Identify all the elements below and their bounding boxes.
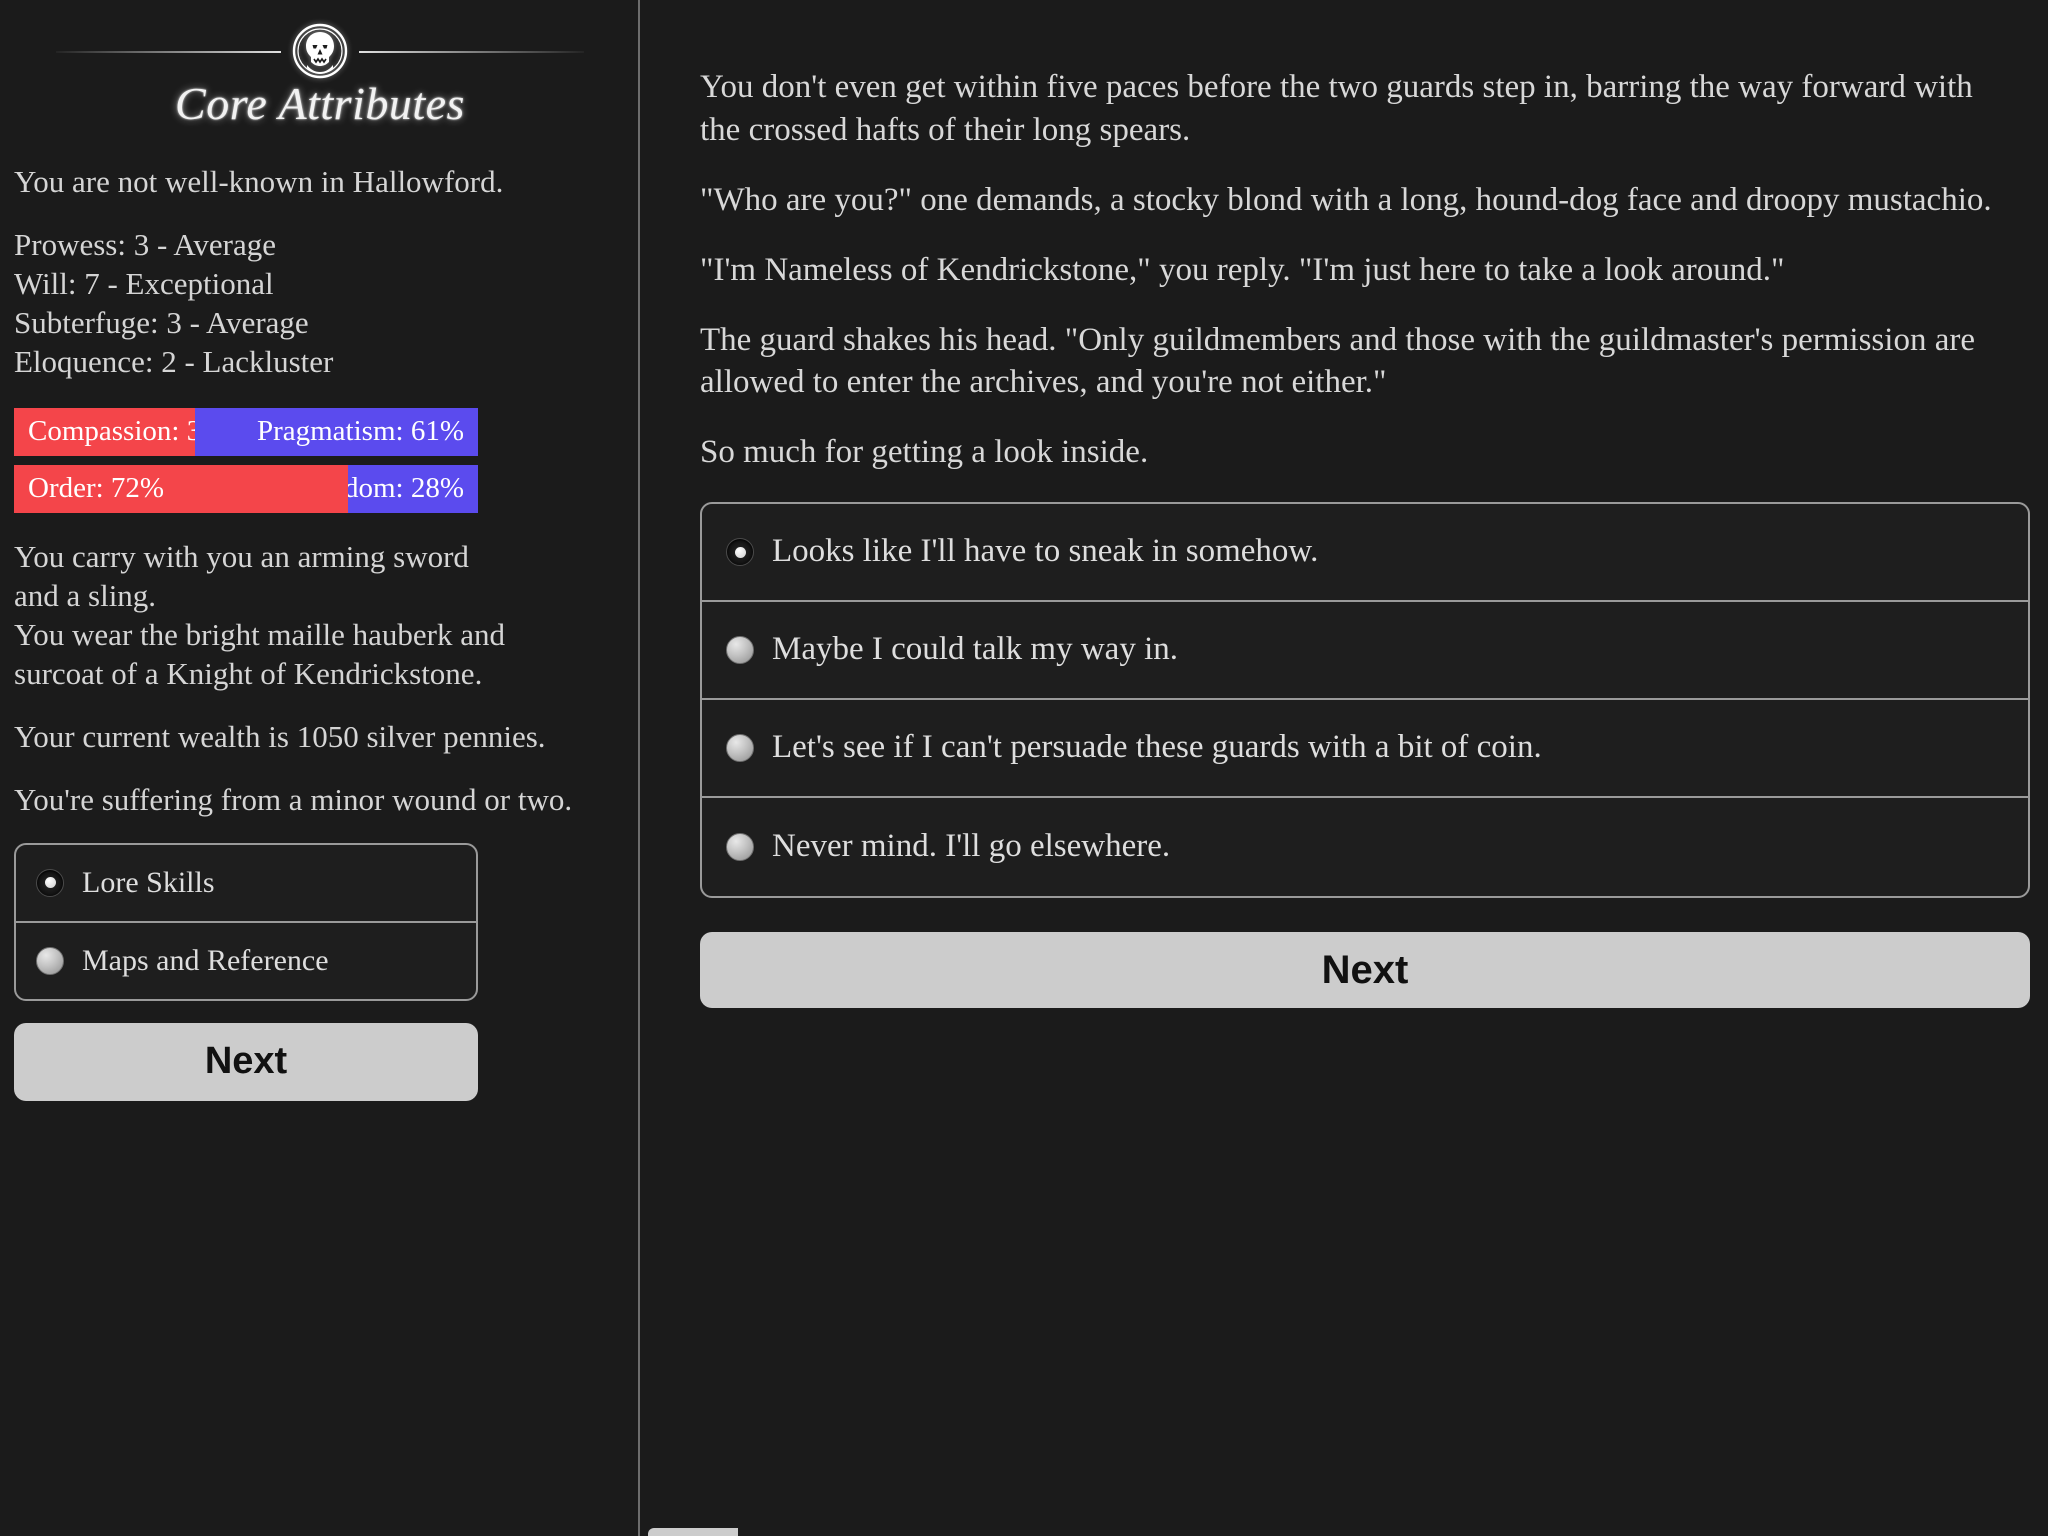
story-choice-bribe-guards[interactable]: Let's see if I can't persuade these guar… [702,700,2028,799]
story-panel: You don't even get within five paces bef… [640,0,2048,1536]
story-choice-group: Looks like I'll have to sneak in somehow… [700,502,2030,899]
opposed-stat-bars: Compassion: 39% Pragmatism: 61% Order: 7… [14,407,626,513]
bar-segment-freedom: Freedom: 28% [348,464,478,513]
bar-label-compassion: Compassion: 39% [28,415,195,448]
bar-order-freedom: Order: 72% Freedom: 28% [14,464,478,513]
attribute-prowess: Prowess: 3 - Average [14,227,277,263]
app-root: Core Attributes You are not well-known i… [0,0,2048,1536]
stats-sidebar: Core Attributes You are not well-known i… [0,0,640,1536]
story-choice-label: Maybe I could talk my way in. [772,631,1178,668]
header-rule-right [359,51,584,53]
radio-selected-icon[interactable] [726,538,754,567]
bar-label-pragmatism: Pragmatism: 61% [256,415,464,448]
radio-selected-icon[interactable] [36,868,64,897]
radio-unselected-icon[interactable] [36,946,64,975]
story-paragraph: You don't even get within five paces bef… [700,69,1973,148]
sidebar-option-label: Lore Skills [82,865,215,899]
story-choice-label: Let's see if I can't persuade these guar… [772,729,1542,766]
sidebar-option-group: Lore Skills Maps and Reference [14,842,478,1001]
sidebar-option-label: Maps and Reference [82,943,329,977]
story-choice-label: Looks like I'll have to sneak in somehow… [772,533,1319,570]
story-choice-sneak-in[interactable]: Looks like I'll have to sneak in somehow… [702,504,2028,603]
attribute-will: Will: 7 - Exceptional [14,266,274,302]
equipment-line-1: You carry with you an arming sword [14,538,469,574]
bar-segment-compassion: Compassion: 39% [14,407,195,456]
equipment-line-4: surcoat of a Knight of Kendrickstone. [14,655,483,691]
story-paragraph: "Who are you?" one demands, a stocky blo… [700,181,1992,218]
story-next-button[interactable]: Next [700,932,2030,1009]
bar-segment-order: Order: 72% [14,464,349,513]
sidebar-next-button[interactable]: Next [14,1022,478,1101]
story-choice-talk-way-in[interactable]: Maybe I could talk my way in. [702,602,2028,701]
wound-text: You're suffering from a minor wound or t… [14,781,573,817]
radio-unselected-icon[interactable] [726,636,754,665]
radio-unselected-icon[interactable] [726,734,754,763]
sidebar-body: You are not well-known in Hallowford. Pr… [14,162,626,1101]
header-rule-left [56,51,281,53]
bar-segment-pragmatism: Pragmatism: 61% [194,407,478,456]
attribute-list: Prowess: 3 - Average Will: 7 - Exception… [14,225,626,381]
equipment-text: You carry with you an arming sword and a… [14,537,626,693]
sidebar-option-maps-and-reference[interactable]: Maps and Reference [16,923,476,999]
story-paragraph: So much for getting a look inside. [700,434,1149,471]
attribute-subterfuge: Subterfuge: 3 - Average [14,305,309,341]
equipment-line-3: You wear the bright maille hauberk and [14,616,506,652]
emblem-row [14,18,626,84]
attribute-eloquence: Eloquence: 2 - Lackluster [14,344,334,380]
story-choice-label: Never mind. I'll go elsewhere. [772,828,1171,865]
equipment-line-2: and a sling. [14,577,157,613]
page-title: Core Attributes [175,78,465,129]
bar-label-freedom: Freedom: 28% [348,472,464,505]
radio-unselected-icon[interactable] [726,833,754,862]
story-choice-go-elsewhere[interactable]: Never mind. I'll go elsewhere. [702,798,2028,896]
bar-compassion-pragmatism: Compassion: 39% Pragmatism: 61% [14,407,478,456]
skull-emblem-icon [289,20,351,82]
wealth-text: Your current wealth is 1050 silver penni… [14,718,546,754]
bar-label-order: Order: 72% [28,472,165,505]
sidebar-option-lore-skills[interactable]: Lore Skills [16,845,476,923]
panel-divider [638,0,640,1536]
story-paragraph: "I'm Nameless of Kendrickstone," you rep… [700,251,1785,288]
clipped-button-fragment [648,1528,738,1536]
sidebar-header: Core Attributes [14,0,626,128]
reputation-text: You are not well-known in Hallowford. [14,164,504,200]
story-paragraph: The guard shakes his head. "Only guildme… [700,321,1975,401]
